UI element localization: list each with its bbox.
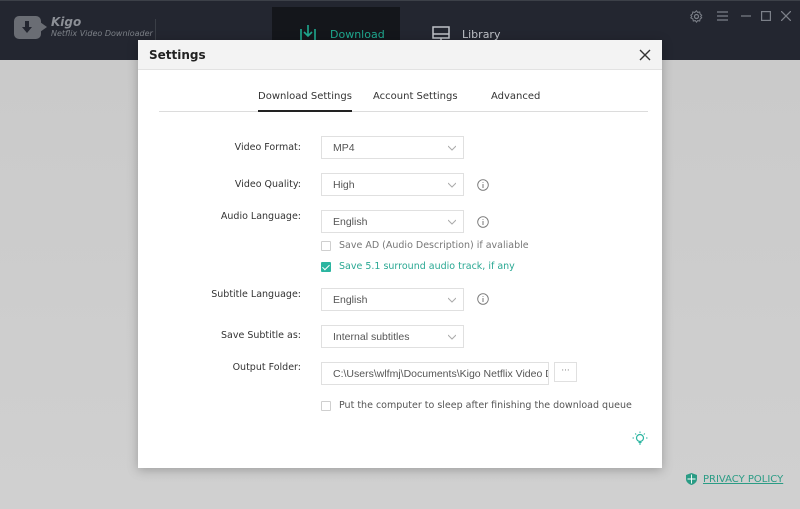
chevron-down-icon xyxy=(448,182,456,188)
browse-folder-button[interactable]: ··· xyxy=(554,362,577,382)
minimize-icon[interactable] xyxy=(739,9,753,23)
audio-language-label: Audio Language: xyxy=(220,211,301,222)
save-51-checkbox-row[interactable]: Save 5.1 surround audio track, if any xyxy=(321,261,515,272)
tab-download-settings[interactable]: Download Settings xyxy=(258,91,352,112)
app-subtitle: Netflix Video Downloader xyxy=(51,28,153,38)
logo-icon xyxy=(14,16,47,39)
subtitle-language-value: English xyxy=(333,294,368,306)
dialog-header: Settings xyxy=(138,40,662,70)
nav-tab-library-label: Library xyxy=(462,27,501,41)
save-subtitle-value: Internal subtitles xyxy=(333,331,410,343)
settings-icon[interactable] xyxy=(689,9,703,23)
lightbulb-icon[interactable] xyxy=(632,431,648,447)
settings-dialog: Settings Download Settings Account Setti… xyxy=(138,40,662,468)
chevron-down-icon xyxy=(448,219,456,225)
chevron-down-icon xyxy=(448,297,456,303)
output-folder-label: Output Folder: xyxy=(232,362,301,373)
audio-language-info-icon[interactable] xyxy=(477,216,489,228)
video-quality-label: Video Quality: xyxy=(234,179,301,190)
tab-advanced[interactable]: Advanced xyxy=(491,91,540,112)
subtitle-language-info-icon[interactable] xyxy=(477,293,489,305)
audio-language-select[interactable]: English xyxy=(321,210,464,233)
maximize-icon[interactable] xyxy=(759,9,773,23)
app-logo: Kigo Netflix Video Downloader xyxy=(14,16,153,39)
video-quality-info-icon[interactable] xyxy=(477,179,489,191)
privacy-policy-label[interactable]: PRIVACY POLICY xyxy=(703,474,783,485)
save-subtitle-select[interactable]: Internal subtitles xyxy=(321,325,464,348)
save-51-label: Save 5.1 surround audio track, if any xyxy=(339,261,515,272)
save-ad-checkbox-row[interactable]: Save AD (Audio Description) if avaliable xyxy=(321,240,529,251)
sleep-checkbox[interactable] xyxy=(321,400,331,411)
video-format-select[interactable]: MP4 xyxy=(321,136,464,159)
save-51-checkbox[interactable] xyxy=(321,261,331,272)
dialog-close-button[interactable] xyxy=(638,47,652,61)
save-subtitle-label: Save Subtitle as: xyxy=(221,330,301,341)
menu-icon[interactable] xyxy=(715,9,729,23)
shield-icon xyxy=(686,473,697,485)
video-quality-select[interactable]: High xyxy=(321,173,464,196)
audio-language-value: English xyxy=(333,216,368,228)
chevron-down-icon xyxy=(448,334,456,340)
sleep-checkbox-row[interactable]: Put the computer to sleep after finishin… xyxy=(321,400,632,411)
video-format-value: MP4 xyxy=(333,142,355,154)
subtitle-language-select[interactable]: English xyxy=(321,288,464,311)
subtitle-language-label: Subtitle Language: xyxy=(211,289,301,300)
sleep-label: Put the computer to sleep after finishin… xyxy=(339,400,632,411)
save-ad-label: Save AD (Audio Description) if avaliable xyxy=(339,240,529,251)
settings-tabs: Download Settings Account Settings Advan… xyxy=(159,87,648,112)
nav-tab-download-label: Download xyxy=(330,27,385,41)
app-name: Kigo xyxy=(51,14,82,29)
video-quality-value: High xyxy=(333,179,355,191)
privacy-policy-link[interactable]: PRIVACY POLICY xyxy=(686,473,783,485)
save-ad-checkbox[interactable] xyxy=(321,240,331,251)
output-folder-input[interactable]: C:\Users\wlfmj\Documents\Kigo Netflix Vi… xyxy=(321,362,549,385)
tab-account-settings[interactable]: Account Settings xyxy=(373,91,458,112)
chevron-down-icon xyxy=(448,145,456,151)
video-format-label: Video Format: xyxy=(234,142,301,153)
close-icon xyxy=(639,49,651,61)
close-icon[interactable] xyxy=(779,9,793,23)
dialog-title: Settings xyxy=(149,48,206,62)
